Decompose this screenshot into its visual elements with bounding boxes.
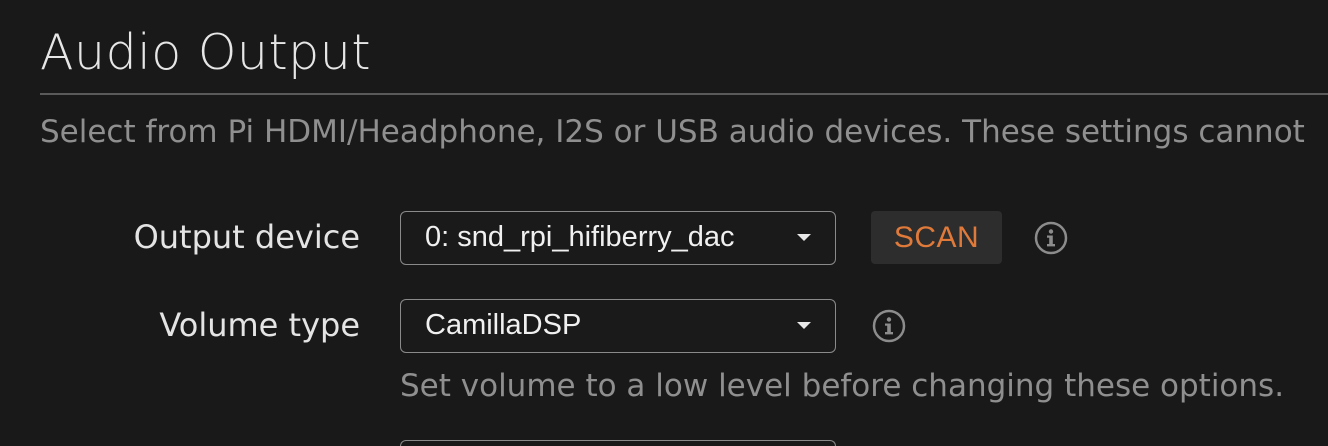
volume-type-select[interactable]: CamillaDSP bbox=[400, 299, 836, 353]
volume-type-value: CamillaDSP bbox=[425, 309, 582, 341]
volume-type-label: Volume type bbox=[159, 306, 360, 344]
info-icon[interactable] bbox=[872, 309, 906, 343]
chevron-down-icon bbox=[797, 234, 811, 241]
chevron-down-icon bbox=[797, 322, 811, 329]
output-device-value: 0: snd_rpi_hifiberry_dac bbox=[425, 221, 735, 253]
info-icon[interactable] bbox=[1034, 221, 1068, 255]
scan-button[interactable]: SCAN bbox=[871, 211, 1002, 264]
audio-output-panel: Audio Output Select from Pi HDMI/Headpho… bbox=[0, 0, 1328, 446]
section-divider bbox=[40, 93, 1328, 95]
section-title: Audio Output bbox=[40, 24, 372, 81]
volume-hint: Set volume to a low level before changin… bbox=[400, 368, 1285, 404]
next-select-partial[interactable] bbox=[400, 440, 836, 446]
section-description: Select from Pi HDMI/Headphone, I2S or US… bbox=[40, 114, 1305, 150]
output-device-select[interactable]: 0: snd_rpi_hifiberry_dac bbox=[400, 211, 836, 265]
output-device-label: Output device bbox=[133, 218, 360, 256]
